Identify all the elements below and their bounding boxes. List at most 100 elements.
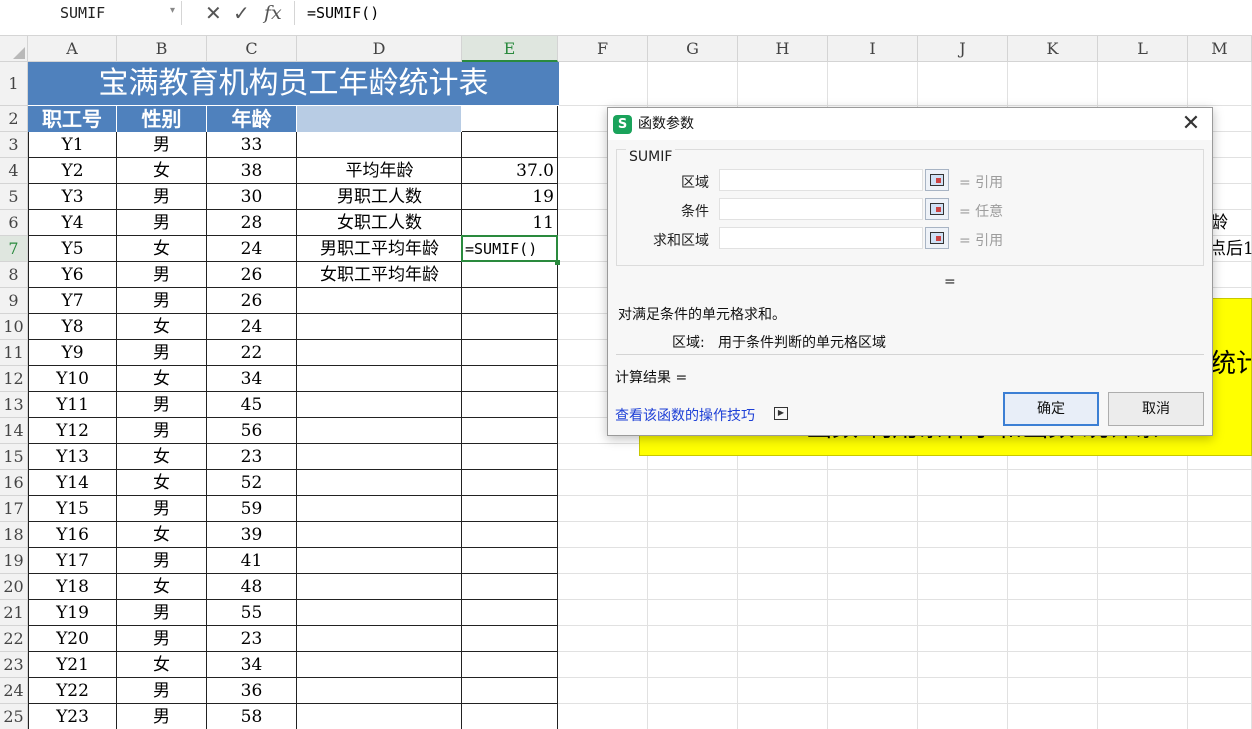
- row-header-12[interactable]: 12: [0, 366, 28, 392]
- row-header-15[interactable]: 15: [0, 444, 28, 470]
- table-cell[interactable]: 56: [207, 418, 297, 444]
- table-cell[interactable]: 23: [207, 444, 297, 470]
- table-cell[interactable]: 男: [117, 210, 207, 236]
- dialog-titlebar[interactable]: S 函数参数 ✕: [608, 108, 1212, 140]
- table-cell[interactable]: 女: [117, 522, 207, 548]
- table-cell[interactable]: 男: [117, 600, 207, 626]
- table-cell[interactable]: Y18: [28, 574, 117, 600]
- row-header-25[interactable]: 25: [0, 704, 28, 729]
- table-cell[interactable]: [462, 574, 558, 600]
- table-cell[interactable]: [462, 548, 558, 574]
- table-cell[interactable]: [297, 548, 462, 574]
- table-cell[interactable]: 52: [207, 470, 297, 496]
- table-cell[interactable]: Y12: [28, 418, 117, 444]
- table-cell[interactable]: 24: [207, 314, 297, 340]
- table-cell[interactable]: Y4: [28, 210, 117, 236]
- row-header-1[interactable]: 1: [0, 62, 28, 106]
- close-icon[interactable]: ✕: [1178, 110, 1204, 138]
- male-count-label[interactable]: 男职工人数: [297, 184, 462, 209]
- table-cell[interactable]: 男: [117, 678, 207, 704]
- function-help-link[interactable]: 查看该函数的操作技巧: [615, 405, 755, 425]
- table-cell[interactable]: 26: [207, 262, 297, 288]
- cancel-button[interactable]: 取消: [1108, 392, 1204, 426]
- table-cell[interactable]: 女: [117, 470, 207, 496]
- female-count-value[interactable]: 11: [462, 210, 558, 235]
- table-cell[interactable]: 男: [117, 288, 207, 314]
- column-header-g[interactable]: G: [648, 36, 738, 62]
- row-header-5[interactable]: 5: [0, 184, 28, 210]
- criteria-select-button[interactable]: [925, 198, 949, 220]
- table-cell[interactable]: [462, 288, 558, 314]
- table-cell[interactable]: 女: [117, 652, 207, 678]
- header-cell-age[interactable]: 年龄: [207, 106, 297, 132]
- row-header-16[interactable]: 16: [0, 470, 28, 496]
- table-cell[interactable]: 男: [117, 496, 207, 522]
- criteria-input[interactable]: [719, 198, 923, 220]
- table-cell[interactable]: 女: [117, 574, 207, 600]
- table-cell[interactable]: [297, 678, 462, 704]
- table-cell[interactable]: 女: [117, 158, 207, 184]
- column-header-m[interactable]: M: [1188, 36, 1252, 62]
- table-cell[interactable]: 28: [207, 210, 297, 236]
- table-cell[interactable]: Y21: [28, 652, 117, 678]
- row-header-22[interactable]: 22: [0, 626, 28, 652]
- table-cell[interactable]: 女: [117, 444, 207, 470]
- row-header-9[interactable]: 9: [0, 288, 28, 314]
- insert-function-icon[interactable]: fx: [264, 0, 282, 26]
- table-cell[interactable]: 58: [207, 704, 297, 729]
- row-header-21[interactable]: 21: [0, 600, 28, 626]
- table-cell[interactable]: 33: [207, 132, 297, 158]
- table-cell[interactable]: Y7: [28, 288, 117, 314]
- table-cell[interactable]: 55: [207, 600, 297, 626]
- table-cell[interactable]: 59: [207, 496, 297, 522]
- table-cell[interactable]: [462, 496, 558, 522]
- table-cell[interactable]: [297, 470, 462, 496]
- header-cell-blank[interactable]: [297, 106, 462, 132]
- row-header-18[interactable]: 18: [0, 522, 28, 548]
- row-header-19[interactable]: 19: [0, 548, 28, 574]
- row-header-2[interactable]: 2: [0, 106, 28, 132]
- table-cell[interactable]: [297, 418, 462, 444]
- formula-input[interactable]: =SUMIF(): [294, 1, 1252, 25]
- female-average-age-label[interactable]: 女职工平均年龄: [297, 262, 462, 287]
- table-cell[interactable]: [297, 366, 462, 392]
- table-cell[interactable]: Y16: [28, 522, 117, 548]
- column-header-h[interactable]: H: [738, 36, 828, 62]
- table-cell[interactable]: [297, 600, 462, 626]
- table-cell[interactable]: 38: [207, 158, 297, 184]
- row-header-10[interactable]: 10: [0, 314, 28, 340]
- table-cell[interactable]: 34: [207, 366, 297, 392]
- table-cell[interactable]: Y14: [28, 470, 117, 496]
- table-cell[interactable]: Y20: [28, 626, 117, 652]
- header-cell-gender[interactable]: 性别: [117, 106, 207, 132]
- column-header-e[interactable]: E: [462, 36, 558, 62]
- select-all-corner[interactable]: [0, 36, 28, 62]
- table-cell[interactable]: [297, 444, 462, 470]
- table-cell[interactable]: Y2: [28, 158, 117, 184]
- table-cell[interactable]: [462, 470, 558, 496]
- ok-button[interactable]: 确定: [1003, 392, 1099, 426]
- column-header-k[interactable]: K: [1008, 36, 1098, 62]
- table-cell[interactable]: 男: [117, 704, 207, 729]
- table-cell[interactable]: Y23: [28, 704, 117, 729]
- table-cell[interactable]: 男: [117, 626, 207, 652]
- table-cell[interactable]: [462, 704, 558, 729]
- name-box-dropdown-icon[interactable]: ▾: [170, 5, 175, 16]
- table-cell[interactable]: [462, 132, 558, 158]
- column-header-j[interactable]: J: [918, 36, 1008, 62]
- row-header-14[interactable]: 14: [0, 418, 28, 444]
- column-header-l[interactable]: L: [1098, 36, 1188, 62]
- table-cell[interactable]: 男: [117, 262, 207, 288]
- table-cell[interactable]: [462, 522, 558, 548]
- table-cell[interactable]: Y17: [28, 548, 117, 574]
- average-age-value[interactable]: 37.0: [462, 158, 558, 183]
- table-cell[interactable]: [297, 314, 462, 340]
- table-cell[interactable]: 34: [207, 652, 297, 678]
- table-cell[interactable]: Y5: [28, 236, 117, 262]
- row-header-13[interactable]: 13: [0, 392, 28, 418]
- table-cell[interactable]: [462, 626, 558, 652]
- range-select-button[interactable]: [925, 169, 949, 191]
- name-box[interactable]: SUMIF: [0, 1, 182, 25]
- table-cell[interactable]: [297, 496, 462, 522]
- table-cell[interactable]: Y22: [28, 678, 117, 704]
